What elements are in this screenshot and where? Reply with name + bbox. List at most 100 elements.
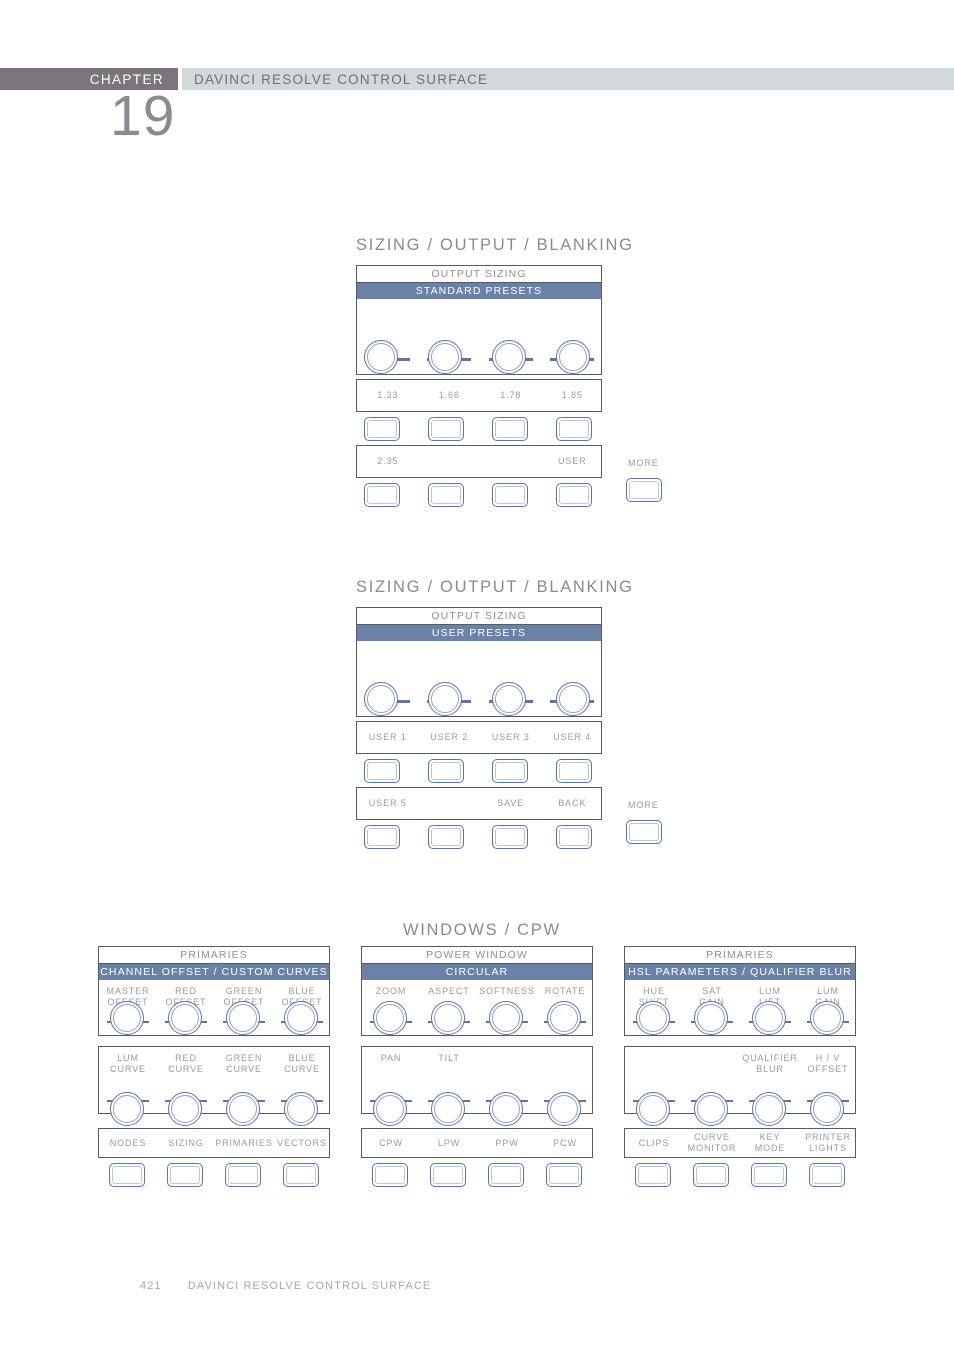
header-title: DAVINCI RESOLVE CONTROL SURFACE xyxy=(182,68,954,90)
preset-label-strip-1: 1.33 1.66 1.78 1.85 xyxy=(356,379,602,412)
preset-button[interactable] xyxy=(556,825,592,849)
button-label: NODES xyxy=(109,1137,147,1148)
knob-dial[interactable] xyxy=(489,1092,523,1126)
knob-dial[interactable] xyxy=(373,1001,407,1035)
panel-button[interactable] xyxy=(751,1163,787,1187)
preset-button[interactable] xyxy=(428,417,464,441)
knob-dial[interactable] xyxy=(428,340,462,374)
preset-label: BACK xyxy=(558,798,587,808)
preset-button[interactable] xyxy=(492,483,528,507)
knob-dial[interactable] xyxy=(556,340,590,374)
button-label: SIZING xyxy=(168,1137,204,1148)
panel-button[interactable] xyxy=(225,1163,261,1187)
panel-subtitle: PRIMARIES xyxy=(99,947,329,964)
panel-button[interactable] xyxy=(167,1163,203,1187)
knob-dial[interactable] xyxy=(284,1001,318,1035)
preset-button[interactable] xyxy=(364,759,400,783)
button-label: CPW xyxy=(379,1137,403,1148)
panel-bar: CHANNEL OFFSET / CUSTOM CURVES xyxy=(99,964,329,980)
knob-dial[interactable] xyxy=(226,1092,260,1126)
button-label: PCW xyxy=(553,1137,577,1148)
panel-button[interactable] xyxy=(546,1163,582,1187)
knob-dial[interactable] xyxy=(428,682,462,716)
footer-page-number: 421 xyxy=(140,1280,162,1292)
knob-dial[interactable] xyxy=(489,1001,523,1035)
preset-button[interactable] xyxy=(364,417,400,441)
knob-dial[interactable] xyxy=(110,1092,144,1126)
knob-label: RED CURVE xyxy=(168,1053,204,1074)
knob-dial[interactable] xyxy=(810,1001,844,1035)
button-label-strip: CLIPS CURVE MONITOR KEY MODE PRINTER LIG… xyxy=(624,1128,856,1158)
knob-dial[interactable] xyxy=(492,340,526,374)
preset-button[interactable] xyxy=(428,483,464,507)
preset-button[interactable] xyxy=(428,759,464,783)
knob-dial[interactable] xyxy=(226,1001,260,1035)
preset-button[interactable] xyxy=(364,825,400,849)
panel-button[interactable] xyxy=(430,1163,466,1187)
knob-label: QUALIFIER BLUR xyxy=(742,1053,798,1074)
knob-dial[interactable] xyxy=(752,1001,786,1035)
preset-button[interactable] xyxy=(428,825,464,849)
knob-label: TILT xyxy=(438,1053,460,1063)
preset-button[interactable] xyxy=(556,759,592,783)
preset-button[interactable] xyxy=(556,483,592,507)
more-button[interactable] xyxy=(626,820,662,844)
preset-label: USER 4 xyxy=(553,732,592,742)
button-label: PRIMARIES xyxy=(215,1137,273,1148)
preset-label: USER xyxy=(557,456,587,466)
knob-dial[interactable] xyxy=(168,1001,202,1035)
knob-dial[interactable] xyxy=(431,1001,465,1035)
preset-button[interactable] xyxy=(492,417,528,441)
preset-label: USER 3 xyxy=(491,732,530,742)
knob-dial[interactable] xyxy=(364,682,398,716)
preset-label: SAVE xyxy=(497,798,525,808)
button-label: CLIPS xyxy=(638,1137,670,1148)
panel-button[interactable] xyxy=(635,1163,671,1187)
panel-bar: HSL PARAMETERS / QUALIFIER BLUR xyxy=(625,964,855,980)
preset-label: 1.33 xyxy=(377,390,399,400)
preset-button[interactable] xyxy=(364,483,400,507)
knob-dial[interactable] xyxy=(556,682,590,716)
section-title-sizing-1: SIZING / OUTPUT / BLANKING xyxy=(356,236,634,254)
knob-dial[interactable] xyxy=(431,1092,465,1126)
user-label-strip-1: USER 1 USER 2 USER 3 USER 4 xyxy=(356,721,602,754)
button-label: KEY MODE xyxy=(754,1132,786,1153)
preset-label: 2.35 xyxy=(377,456,399,466)
panel-button[interactable] xyxy=(488,1163,524,1187)
footer-title: DAVINCI RESOLVE CONTROL SURFACE xyxy=(187,1280,432,1292)
knob-dial[interactable] xyxy=(547,1092,581,1126)
panel-bar: STANDARD PRESETS xyxy=(357,283,601,299)
knob-dial[interactable] xyxy=(694,1092,728,1126)
section-title-sizing-2: SIZING / OUTPUT / BLANKING xyxy=(356,578,634,596)
panel-button[interactable] xyxy=(283,1163,319,1187)
button-label: LPW xyxy=(437,1137,461,1148)
knob-dial[interactable] xyxy=(636,1092,670,1126)
preset-button[interactable] xyxy=(492,759,528,783)
knob-dial[interactable] xyxy=(810,1092,844,1126)
panel-button[interactable] xyxy=(109,1163,145,1187)
button-label-strip: CPW LPW PPW PCW xyxy=(361,1128,593,1158)
panel-button[interactable] xyxy=(693,1163,729,1187)
panel-subtitle: OUTPUT SIZING xyxy=(357,608,601,625)
preset-label xyxy=(480,446,542,477)
knob-label: ROTATE xyxy=(544,986,586,996)
knob-dial[interactable] xyxy=(547,1001,581,1035)
panel-button[interactable] xyxy=(809,1163,845,1187)
knob-dial[interactable] xyxy=(492,682,526,716)
button-label: CURVE MONITOR xyxy=(687,1132,737,1153)
knob-dial[interactable] xyxy=(694,1001,728,1035)
panel-button[interactable] xyxy=(372,1163,408,1187)
knob-dial[interactable] xyxy=(168,1092,202,1126)
more-button[interactable] xyxy=(626,478,662,502)
user-label-strip-2: USER 5 SAVE BACK xyxy=(356,787,602,820)
knob-dial[interactable] xyxy=(752,1092,786,1126)
chapter-number: 19 xyxy=(110,84,176,148)
preset-button[interactable] xyxy=(492,825,528,849)
knob-dial[interactable] xyxy=(284,1092,318,1126)
preset-button[interactable] xyxy=(556,417,592,441)
preset-label: USER 2 xyxy=(430,732,469,742)
knob-dial[interactable] xyxy=(636,1001,670,1035)
knob-dial[interactable] xyxy=(373,1092,407,1126)
knob-dial[interactable] xyxy=(110,1001,144,1035)
knob-dial[interactable] xyxy=(364,340,398,374)
